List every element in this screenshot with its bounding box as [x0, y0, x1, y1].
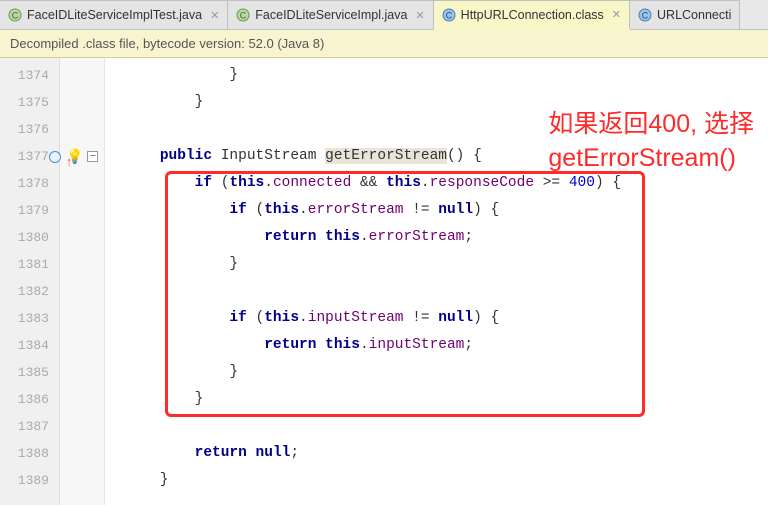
code-line: } — [105, 467, 768, 494]
line-number: 1381 — [0, 251, 59, 278]
code-line: return this.inputStream; — [105, 332, 768, 359]
tab-file-1[interactable]: C FaceIDLiteServiceImplTest.java ✕ — [0, 0, 228, 29]
line-number: 1375 — [0, 89, 59, 116]
line-number-gutter: 1374 1375 1376 1377↑ 1378 1379 1380 1381… — [0, 58, 60, 505]
override-gutter-icon[interactable] — [49, 151, 61, 163]
code-line: return this.errorStream; — [105, 224, 768, 251]
code-line: public InputStream getErrorStream() { — [105, 143, 768, 170]
code-line: if (this.connected && this.responseCode … — [105, 170, 768, 197]
java-class-icon: C — [236, 8, 250, 22]
code-line: if (this.errorStream != null) { — [105, 197, 768, 224]
java-class-icon: C — [8, 8, 22, 22]
code-line: } — [105, 386, 768, 413]
code-line — [105, 413, 768, 440]
banner-text: Decompiled .class file, bytecode version… — [10, 36, 324, 51]
line-number: 1378 — [0, 170, 59, 197]
line-number: 1379 — [0, 197, 59, 224]
svg-text:C: C — [642, 11, 649, 21]
highlighted-method: getErrorStream — [325, 148, 447, 164]
fold-toggle-icon[interactable]: − — [87, 151, 98, 162]
code-line: } — [105, 251, 768, 278]
line-number: 1374 — [0, 62, 59, 89]
line-number: 1382 — [0, 278, 59, 305]
tab-file-2[interactable]: C FaceIDLiteServiceImpl.java ✕ — [228, 0, 433, 29]
tab-label: URLConnecti — [657, 8, 731, 22]
tab-label: FaceIDLiteServiceImplTest.java — [27, 8, 202, 22]
svg-text:C: C — [445, 10, 452, 20]
code-line: } — [105, 359, 768, 386]
code-area[interactable]: } } public InputStream getErrorStream() … — [105, 58, 768, 505]
up-arrow-icon: ↑ — [65, 149, 73, 176]
close-icon[interactable]: ✕ — [207, 9, 219, 22]
java-class-icon: C — [442, 8, 456, 22]
line-number: 1386 — [0, 386, 59, 413]
java-class-icon: C — [638, 8, 652, 22]
close-icon[interactable]: ✕ — [412, 9, 424, 22]
tab-label: HttpURLConnection.class — [461, 8, 604, 22]
svg-text:C: C — [240, 11, 247, 21]
editor: 1374 1375 1376 1377↑ 1378 1379 1380 1381… — [0, 58, 768, 505]
decompiled-banner: Decompiled .class file, bytecode version… — [0, 30, 768, 58]
tab-file-4[interactable]: C URLConnecti — [630, 0, 740, 29]
tab-label: FaceIDLiteServiceImpl.java — [255, 8, 407, 22]
line-number: 1385 — [0, 359, 59, 386]
line-number: 1389 — [0, 467, 59, 494]
code-line — [105, 278, 768, 305]
code-line: } — [105, 62, 768, 89]
editor-tab-bar: C FaceIDLiteServiceImplTest.java ✕ C Fac… — [0, 0, 768, 30]
line-number: 1388 — [0, 440, 59, 467]
code-line — [105, 116, 768, 143]
line-number: 1384 — [0, 332, 59, 359]
line-number: 1387 — [0, 413, 59, 440]
close-icon[interactable]: ✕ — [609, 8, 621, 21]
line-number: 1383 — [0, 305, 59, 332]
code-line: } — [105, 89, 768, 116]
line-number: 1376 — [0, 116, 59, 143]
tab-file-3-active[interactable]: C HttpURLConnection.class ✕ — [434, 0, 630, 30]
line-number: 1377↑ — [0, 143, 59, 170]
line-number: 1380 — [0, 224, 59, 251]
svg-text:C: C — [12, 11, 19, 21]
code-line: return null; — [105, 440, 768, 467]
code-line: if (this.inputStream != null) { — [105, 305, 768, 332]
icon-gutter: 💡− — [60, 58, 105, 505]
